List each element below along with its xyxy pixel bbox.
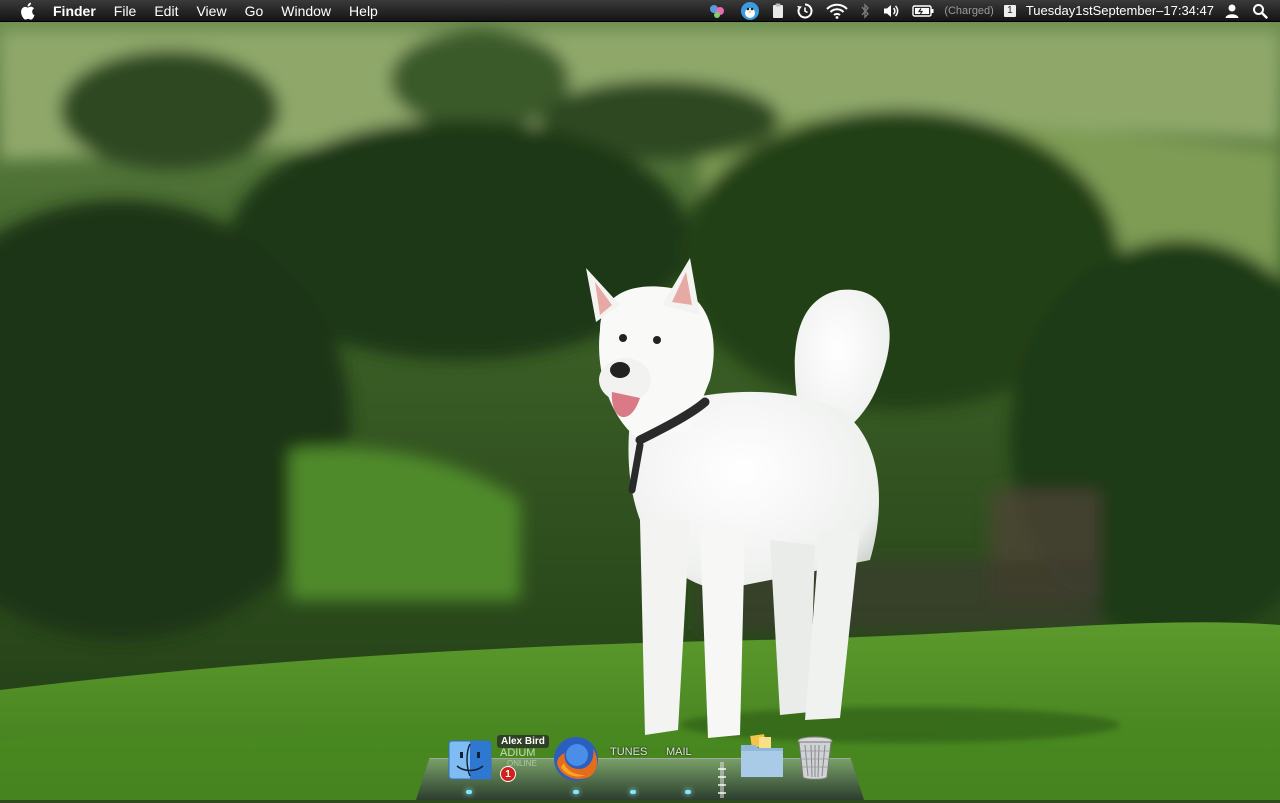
trash-icon (797, 736, 833, 780)
indicator-firefox (573, 790, 579, 794)
menu-window[interactable]: Window (272, 0, 340, 22)
menu-help[interactable]: Help (340, 0, 387, 22)
status-menus: (Charged) 1 Tuesday1stSeptember–17:34:47 (702, 0, 1280, 22)
menu-app-finder[interactable]: Finder (44, 0, 105, 22)
volume-icon[interactable] (876, 0, 906, 22)
messenger-icon[interactable] (702, 0, 734, 22)
dock-itunes[interactable]: TUNES (610, 746, 647, 758)
wallpaper-image (0, 0, 1280, 800)
menu-edit[interactable]: Edit (145, 0, 187, 22)
finder-icon (448, 740, 492, 780)
battery-icon[interactable] (906, 0, 940, 22)
dock-separator (713, 762, 731, 798)
menu-bar: Finder File Edit View Go Window Help (Ch… (0, 0, 1280, 22)
bluetooth-icon[interactable] (854, 0, 876, 22)
desktop-wallpaper (0, 0, 1280, 800)
menu-go[interactable]: Go (236, 0, 273, 22)
indicator-itunes (630, 790, 636, 794)
spotlight-icon[interactable] (1246, 0, 1280, 22)
adium-label[interactable]: ADIUM (500, 747, 535, 759)
battery-status-text: (Charged) (944, 5, 994, 17)
adium-badge: 1 (500, 766, 516, 782)
menubar-clock[interactable]: Tuesday1stSeptember–17:34:47 (1022, 0, 1218, 22)
folder-icon (741, 734, 783, 777)
wifi-icon[interactable] (820, 0, 854, 22)
indicator-finder (466, 790, 472, 794)
indicator-mail (685, 790, 691, 794)
apple-icon[interactable] (10, 0, 44, 22)
display-badge: 1 (1003, 5, 1016, 17)
time-machine-icon[interactable] (790, 0, 820, 22)
chat-bird-icon[interactable] (734, 0, 766, 22)
user-icon[interactable] (1218, 0, 1246, 22)
dock-folder-stack[interactable] (739, 733, 785, 779)
clipboard-icon[interactable] (766, 0, 790, 22)
menu-view[interactable]: View (187, 0, 235, 22)
menu-file[interactable]: File (105, 0, 146, 22)
dock-mail[interactable]: MAIL (666, 746, 692, 758)
dock-finder[interactable] (448, 740, 492, 780)
firefox-icon (554, 737, 598, 781)
dock-firefox[interactable] (551, 735, 601, 783)
dock-trash[interactable] (796, 735, 834, 781)
display-badge-icon[interactable]: 1 (998, 0, 1022, 22)
